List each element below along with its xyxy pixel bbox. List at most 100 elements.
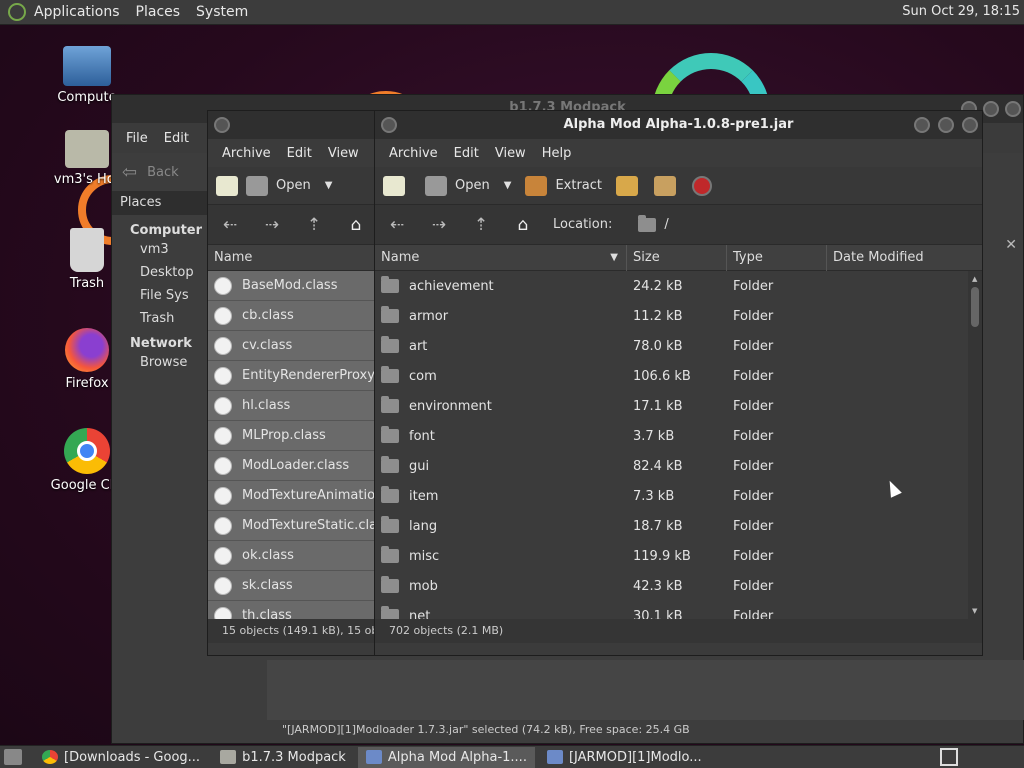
panel-clock[interactable]: Sun Oct 29, 18:15 bbox=[902, 4, 1020, 19]
menu-places[interactable]: Places bbox=[128, 4, 189, 20]
home-icon[interactable]: ⌂ bbox=[344, 215, 368, 235]
add-folder-icon[interactable] bbox=[654, 175, 676, 196]
file-name: cv.class bbox=[242, 338, 293, 353]
row-type: Folder bbox=[733, 548, 774, 564]
extract-icon bbox=[525, 175, 548, 196]
archive-toolbar: Open ▼ Extract bbox=[375, 167, 982, 205]
menu-view[interactable]: View bbox=[487, 146, 534, 161]
close-tab-icon[interactable]: ✕ bbox=[1005, 237, 1017, 253]
file-name: ok.class bbox=[242, 548, 294, 563]
column-name[interactable]: Name ▼ bbox=[375, 244, 627, 271]
sidebar-item-trash[interactable]: Trash bbox=[130, 311, 208, 334]
back-arrow-icon[interactable]: ⇠ bbox=[218, 215, 242, 235]
menu-edit[interactable]: Edit bbox=[156, 131, 197, 146]
menu-applications[interactable]: Applications bbox=[26, 4, 128, 20]
scroll-up-icon[interactable]: ▲ bbox=[972, 275, 977, 283]
dropdown-arrow-icon[interactable]: ▼ bbox=[504, 180, 512, 191]
column-size[interactable]: Size bbox=[627, 244, 727, 271]
folder-row[interactable]: item 7.3 kB Folder bbox=[375, 481, 969, 511]
vertical-scrollbar[interactable]: ▲ ▼ bbox=[968, 271, 982, 619]
folder-row[interactable]: lang 18.7 kB Folder bbox=[375, 511, 969, 541]
sidebar-item-desktop[interactable]: Desktop bbox=[130, 265, 208, 288]
archive-titlebar[interactable]: Alpha Mod Alpha-1.0.8-pre1.jar bbox=[375, 111, 982, 139]
taskbar-item-alpha-mod[interactable]: Alpha Mod Alpha-1.... bbox=[357, 746, 535, 768]
maximize-button[interactable] bbox=[983, 101, 999, 117]
row-type: Folder bbox=[733, 368, 774, 384]
row-name: armor bbox=[409, 308, 449, 324]
folder-row[interactable]: mob 42.3 kB Folder bbox=[375, 571, 969, 601]
folder-row[interactable]: armor 11.2 kB Folder bbox=[375, 301, 969, 331]
folder-icon bbox=[381, 576, 399, 593]
folder-icon bbox=[381, 426, 399, 443]
up-arrow-icon[interactable]: ⇡ bbox=[302, 215, 326, 235]
close-button[interactable] bbox=[962, 117, 978, 133]
forward-arrow-icon[interactable]: ⇢ bbox=[427, 215, 451, 235]
row-name: environment bbox=[409, 398, 492, 414]
menu-system[interactable]: System bbox=[188, 4, 256, 20]
open-button[interactable]: Open ▼ bbox=[246, 175, 333, 196]
sidebar-item-vm3[interactable]: vm3 bbox=[130, 242, 208, 265]
new-archive-icon[interactable] bbox=[383, 175, 405, 196]
location-path[interactable]: / bbox=[664, 217, 668, 232]
extract-button[interactable]: Extract bbox=[525, 175, 602, 196]
back-button[interactable]: Back bbox=[147, 165, 179, 180]
window-button-icon[interactable] bbox=[381, 117, 397, 133]
maximize-button[interactable] bbox=[938, 117, 954, 133]
scrollbar-thumb[interactable] bbox=[971, 287, 979, 327]
folder-row[interactable]: net 30.1 kB Folder bbox=[375, 601, 969, 619]
new-archive-icon[interactable] bbox=[216, 175, 238, 196]
sidebar-item-label: File Sys bbox=[140, 288, 189, 303]
taskbar-item-modpack[interactable]: b1.7.3 Modpack bbox=[212, 747, 354, 768]
back-arrow-icon[interactable]: ⇠ bbox=[385, 215, 409, 235]
window-button-icon[interactable] bbox=[214, 117, 230, 133]
sidebar-item-browse[interactable]: Browse bbox=[130, 355, 208, 378]
add-files-icon[interactable] bbox=[616, 175, 638, 196]
menu-archive[interactable]: Archive bbox=[381, 146, 446, 161]
scroll-down-icon[interactable]: ▼ bbox=[972, 607, 977, 615]
sort-arrow-icon: ▼ bbox=[610, 251, 618, 263]
folder-row[interactable]: achievement 24.2 kB Folder bbox=[375, 271, 969, 301]
open-button[interactable]: Open ▼ bbox=[425, 175, 512, 196]
archive-status: 702 objects (2.1 MB) bbox=[375, 619, 982, 643]
dropdown-arrow-icon[interactable]: ▼ bbox=[325, 180, 333, 191]
folder-row[interactable]: misc 119.9 kB Folder bbox=[375, 541, 969, 571]
close-button[interactable] bbox=[1005, 101, 1021, 117]
class-file-icon bbox=[214, 336, 232, 355]
folder-row[interactable]: art 78.0 kB Folder bbox=[375, 331, 969, 361]
show-desktop-icon[interactable] bbox=[4, 749, 22, 765]
taskbar-item-jarmod[interactable]: [JARMOD][1]Modlo... bbox=[539, 747, 710, 768]
workspace-switcher-icon[interactable] bbox=[940, 748, 958, 766]
row-type: Folder bbox=[733, 488, 774, 504]
folder-row[interactable]: gui 82.4 kB Folder bbox=[375, 451, 969, 481]
column-header: Name ▼ Size Type Date Modified bbox=[375, 244, 982, 271]
folder-row[interactable]: font 3.7 kB Folder bbox=[375, 421, 969, 451]
taskbar-item-downloads[interactable]: [Downloads - Goog... bbox=[34, 747, 208, 768]
menu-edit[interactable]: Edit bbox=[446, 146, 487, 161]
column-type[interactable]: Type bbox=[727, 244, 827, 271]
folder-row[interactable]: com 106.6 kB Folder bbox=[375, 361, 969, 391]
menu-archive[interactable]: Archive bbox=[214, 146, 279, 161]
row-name: gui bbox=[409, 458, 430, 474]
folder-icon bbox=[381, 456, 399, 473]
distro-logo-icon[interactable] bbox=[8, 3, 26, 21]
file-list: achievement 24.2 kB Folder armor 11.2 kB Fold… bbox=[375, 271, 969, 619]
menu-help[interactable]: Help bbox=[534, 146, 580, 161]
minimize-button[interactable] bbox=[914, 117, 930, 133]
home-icon[interactable]: ⌂ bbox=[511, 215, 535, 235]
folder-row[interactable]: environment 17.1 kB Folder bbox=[375, 391, 969, 421]
folder-icon bbox=[381, 546, 399, 563]
menu-edit[interactable]: Edit bbox=[279, 146, 320, 161]
menu-file[interactable]: File bbox=[118, 131, 156, 146]
menu-view[interactable]: View bbox=[320, 146, 367, 161]
forward-arrow-icon[interactable]: ⇢ bbox=[260, 215, 284, 235]
sidebar-item-filesystem[interactable]: File Sys bbox=[130, 288, 208, 311]
up-arrow-icon[interactable]: ⇡ bbox=[469, 215, 493, 235]
folder-icon bbox=[381, 306, 399, 323]
row-name: art bbox=[409, 338, 428, 354]
row-size: 119.9 kB bbox=[633, 548, 691, 564]
sidebar: Computer vm3 Desktop File Sys Trash Netw… bbox=[112, 215, 208, 378]
column-date-modified[interactable]: Date Modified bbox=[827, 245, 967, 271]
task-label: Alpha Mod Alpha-1.... bbox=[387, 749, 527, 765]
stop-icon[interactable] bbox=[692, 175, 712, 196]
sidebar-places-header[interactable]: Places bbox=[112, 191, 208, 215]
